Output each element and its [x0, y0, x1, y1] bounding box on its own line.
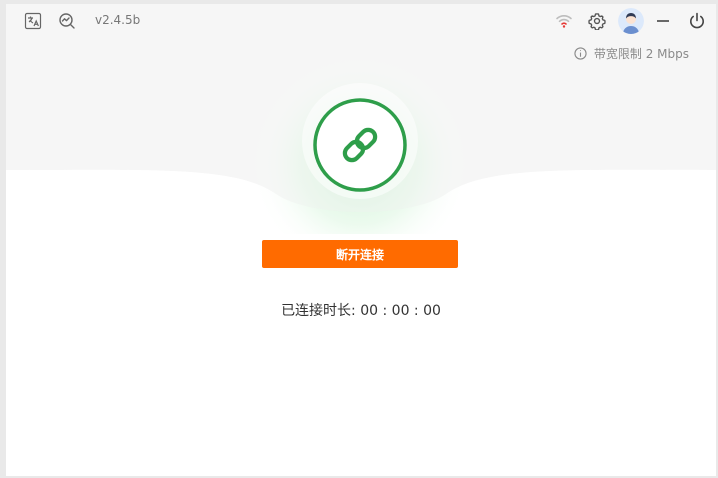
bandwidth-limit-notice: 带宽限制 2 Mbps — [574, 45, 689, 62]
disconnect-button[interactable]: 断开连接 — [262, 240, 458, 268]
translate-icon[interactable] — [22, 10, 44, 32]
wifi-signal-icon[interactable] — [553, 10, 575, 32]
connection-status-indicator — [313, 98, 407, 192]
avatar[interactable] — [618, 8, 644, 34]
minimize-icon[interactable] — [652, 10, 674, 32]
title-bar: v2.4.5b — [6, 4, 716, 38]
connection-duration: 已连接时长: 00 : 00 : 00 — [6, 300, 716, 320]
speed-test-icon[interactable] — [56, 10, 78, 32]
gear-icon[interactable] — [586, 10, 608, 32]
bandwidth-limit-label: 带宽限制 2 Mbps — [593, 47, 689, 61]
power-icon[interactable] — [686, 10, 708, 32]
app-window: v2.4.5b 带宽限制 2 Mbps 断开连接 已连接时长: 00: 00 … — [6, 4, 716, 476]
info-icon — [574, 47, 587, 60]
version-label: v2.4.5b — [95, 13, 141, 27]
duration-value: 00 : 00 : 00 — [360, 303, 441, 319]
duration-label: 已连接时长: — [281, 303, 356, 319]
